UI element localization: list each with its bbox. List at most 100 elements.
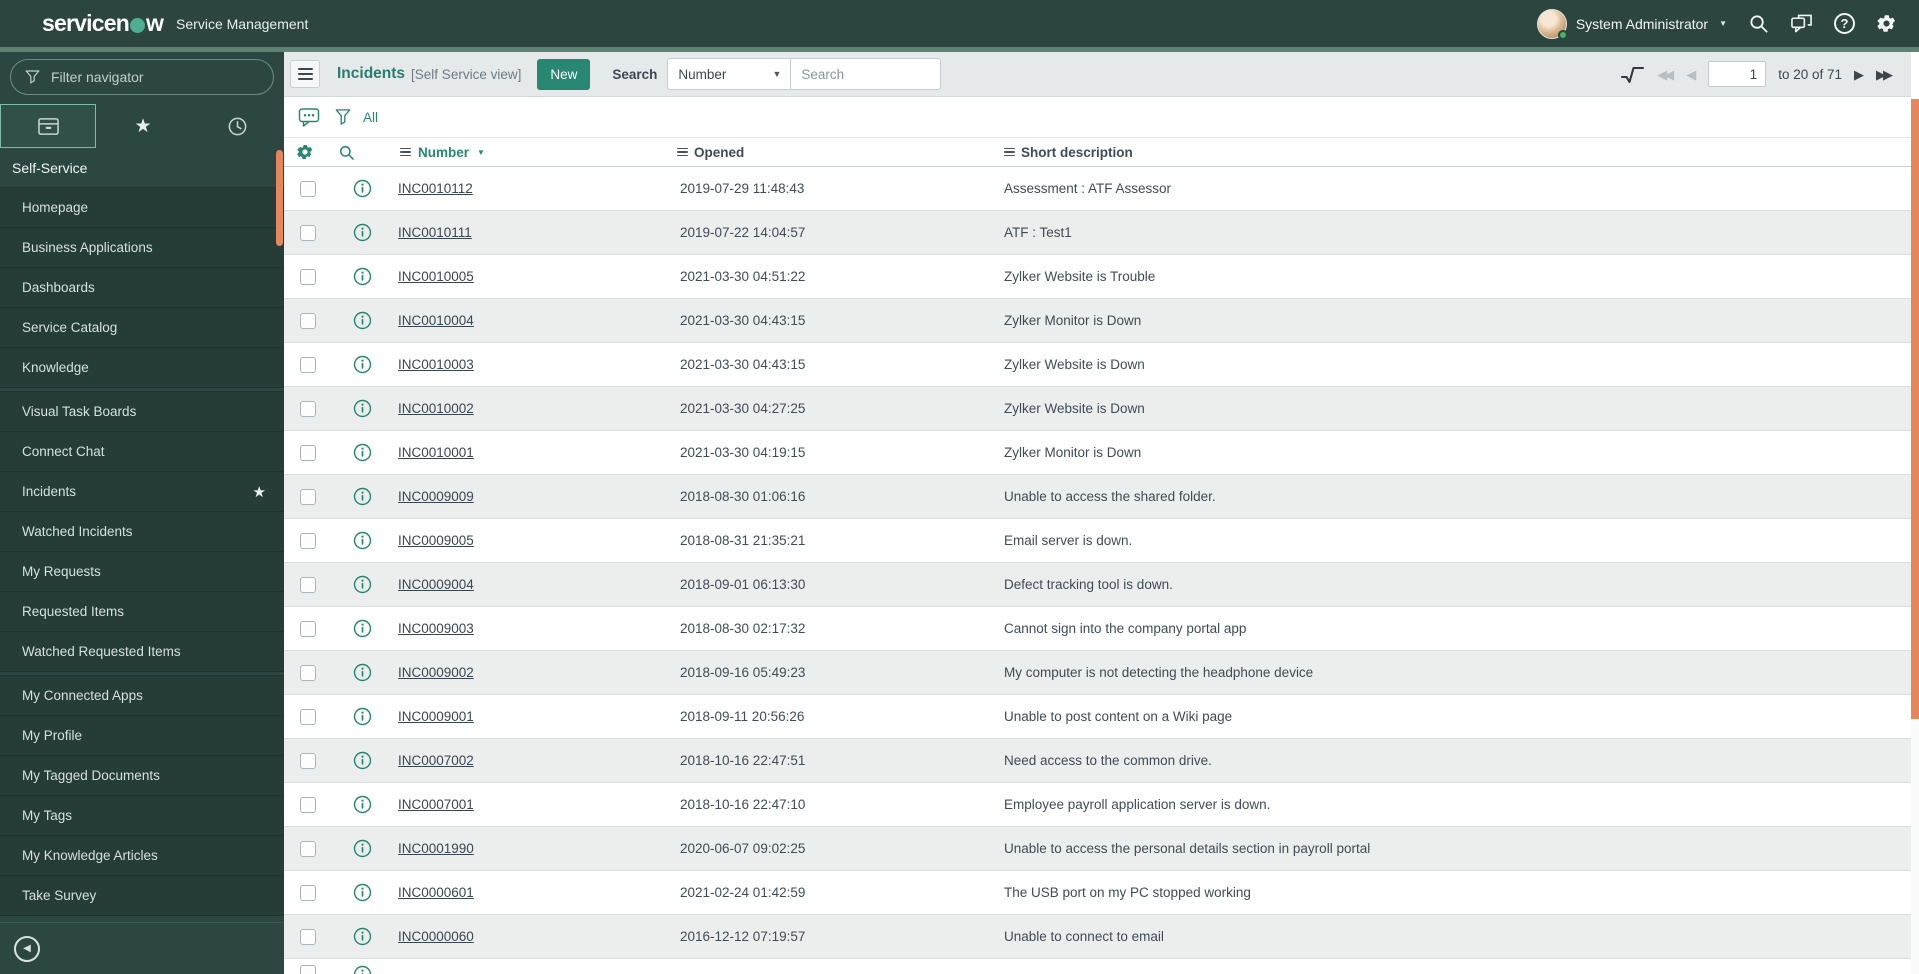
row-checkbox[interactable] <box>300 268 316 285</box>
page-scrollbar-thumb[interactable] <box>1911 99 1919 719</box>
sidebar-item-requested-items[interactable]: Requested Items ★ <box>0 592 284 632</box>
sidebar-item-service-catalog[interactable]: Service Catalog ★ <box>0 308 284 348</box>
collapse-sidebar-icon[interactable]: ◀ <box>14 935 40 962</box>
info-icon[interactable] <box>340 795 380 814</box>
sidebar-section-self-service[interactable]: Self-Service <box>0 148 284 188</box>
row-checkbox[interactable] <box>300 532 316 549</box>
column-header-number[interactable]: Number ▼ <box>380 145 664 160</box>
incident-number-link[interactable]: INC0010112 <box>398 181 473 196</box>
row-checkbox[interactable] <box>300 752 316 769</box>
chat-icon[interactable] <box>1790 13 1813 34</box>
last-page-icon[interactable]: ▶▶ <box>1876 68 1893 81</box>
info-icon[interactable] <box>340 399 380 418</box>
sidebar-item-homepage[interactable]: Homepage ★ <box>0 188 284 228</box>
column-search-icon[interactable] <box>338 144 355 161</box>
help-icon[interactable]: ? <box>1834 13 1855 34</box>
row-checkbox[interactable] <box>300 620 316 637</box>
info-icon[interactable] <box>340 311 380 330</box>
filter-funnel-icon[interactable] <box>335 108 351 126</box>
incident-number-link[interactable]: INC0009001 <box>398 709 474 724</box>
incident-number-link[interactable]: INC0007001 <box>398 797 474 812</box>
info-icon[interactable] <box>340 927 380 946</box>
sidebar-item-my-knowledge-articles[interactable]: My Knowledge Articles ★ <box>0 836 284 876</box>
next-page-icon[interactable]: ▶ <box>1854 68 1864 81</box>
tab-favorites[interactable]: ★ <box>96 104 190 148</box>
sidebar-item-dashboards[interactable]: Dashboards ★ <box>0 268 284 308</box>
incident-number-link[interactable]: INC0010111 <box>398 225 472 240</box>
column-header-short-description[interactable]: Short description <box>988 145 1911 160</box>
info-icon[interactable] <box>340 355 380 374</box>
incident-number-link[interactable]: INC0010003 <box>398 357 474 372</box>
incident-number-link[interactable]: INC0001990 <box>398 841 474 856</box>
sidebar-item-my-tagged-documents[interactable]: My Tagged Documents ★ <box>0 756 284 796</box>
incident-number-link[interactable]: INC0000060 <box>398 929 474 944</box>
row-checkbox[interactable] <box>300 928 316 945</box>
incident-number-link[interactable]: INC0009009 <box>398 489 474 504</box>
new-button[interactable]: New <box>537 58 591 90</box>
incident-number-link[interactable]: INC0010005 <box>398 269 474 284</box>
avatar[interactable] <box>1536 8 1568 40</box>
servicenow-logo[interactable]: servicen w <box>42 10 164 37</box>
info-icon[interactable] <box>340 443 380 462</box>
search-field-select[interactable]: Number ▼ <box>667 58 792 90</box>
breadcrumb-all[interactable]: All <box>363 110 378 125</box>
list-search-input[interactable] <box>791 58 942 90</box>
row-checkbox[interactable] <box>300 796 316 813</box>
row-checkbox[interactable] <box>300 884 316 901</box>
info-icon[interactable] <box>340 487 380 506</box>
incident-number-link[interactable]: INC0010001 <box>398 445 474 460</box>
sidebar-item-my-connected-apps[interactable]: My Connected Apps ★ <box>0 676 284 716</box>
incident-number-link[interactable]: INC0010004 <box>398 313 474 328</box>
incident-number-link[interactable]: INC0000601 <box>398 885 474 900</box>
incident-number-link[interactable]: INC0009002 <box>398 665 474 680</box>
info-icon[interactable] <box>340 751 380 770</box>
sidebar-item-my-profile[interactable]: My Profile ★ <box>0 716 284 756</box>
info-icon[interactable] <box>340 663 380 682</box>
page-title[interactable]: Incidents <box>337 65 405 83</box>
user-menu[interactable]: System Administrator ▼ <box>1536 8 1727 40</box>
sidebar-item-connect-chat[interactable]: Connect Chat ★ <box>0 432 284 472</box>
info-icon[interactable] <box>340 223 380 242</box>
sidebar-item-business-applications[interactable]: Business Applications ★ <box>0 228 284 268</box>
info-icon[interactable] <box>340 965 380 974</box>
info-icon[interactable] <box>340 575 380 594</box>
row-checkbox[interactable] <box>300 180 316 197</box>
info-icon[interactable] <box>340 619 380 638</box>
info-icon[interactable] <box>340 839 380 858</box>
incident-number-link[interactable]: INC0009005 <box>398 533 474 548</box>
sidebar-scrollbar-thumb[interactable] <box>276 150 283 246</box>
first-page-icon[interactable]: ◀◀ <box>1657 68 1674 81</box>
incident-number-link[interactable]: INC0007002 <box>398 753 474 768</box>
tab-history[interactable] <box>190 104 284 148</box>
previous-page-icon[interactable]: ◀ <box>1686 68 1696 81</box>
page-input[interactable] <box>1708 61 1767 87</box>
row-checkbox[interactable] <box>300 965 316 974</box>
incident-number-link[interactable]: INC0009003 <box>398 621 474 636</box>
search-icon[interactable] <box>1748 13 1769 34</box>
activity-bubble-icon[interactable] <box>298 107 320 127</box>
personalize-gear-icon[interactable] <box>296 143 314 161</box>
sidebar-item-incidents[interactable]: Incidents ★ <box>0 472 284 512</box>
info-icon[interactable] <box>340 179 380 198</box>
row-checkbox[interactable] <box>300 444 316 461</box>
column-menu-icon[interactable] <box>400 147 411 157</box>
row-checkbox[interactable] <box>300 312 316 329</box>
sidebar-item-my-tags[interactable]: My Tags ★ <box>0 796 284 836</box>
row-checkbox[interactable] <box>300 576 316 593</box>
list-controls-menu-button[interactable] <box>290 60 320 88</box>
sidebar-item-take-survey[interactable]: Take Survey ★ <box>0 876 284 916</box>
row-checkbox[interactable] <box>300 400 316 417</box>
activity-stream-icon[interactable] <box>1620 65 1645 84</box>
info-icon[interactable] <box>340 883 380 902</box>
gear-icon[interactable] <box>1876 13 1897 34</box>
favorite-star-icon[interactable]: ★ <box>253 483 266 501</box>
row-checkbox[interactable] <box>300 708 316 725</box>
row-checkbox[interactable] <box>300 356 316 373</box>
sidebar-item-watched-incidents[interactable]: Watched Incidents ★ <box>0 512 284 552</box>
page-scrollbar[interactable] <box>1911 99 1919 974</box>
incident-number-link[interactable]: INC0010002 <box>398 401 474 416</box>
row-checkbox[interactable] <box>300 488 316 505</box>
tab-all-applications[interactable] <box>0 104 96 148</box>
row-checkbox[interactable] <box>300 664 316 681</box>
info-icon[interactable] <box>340 707 380 726</box>
